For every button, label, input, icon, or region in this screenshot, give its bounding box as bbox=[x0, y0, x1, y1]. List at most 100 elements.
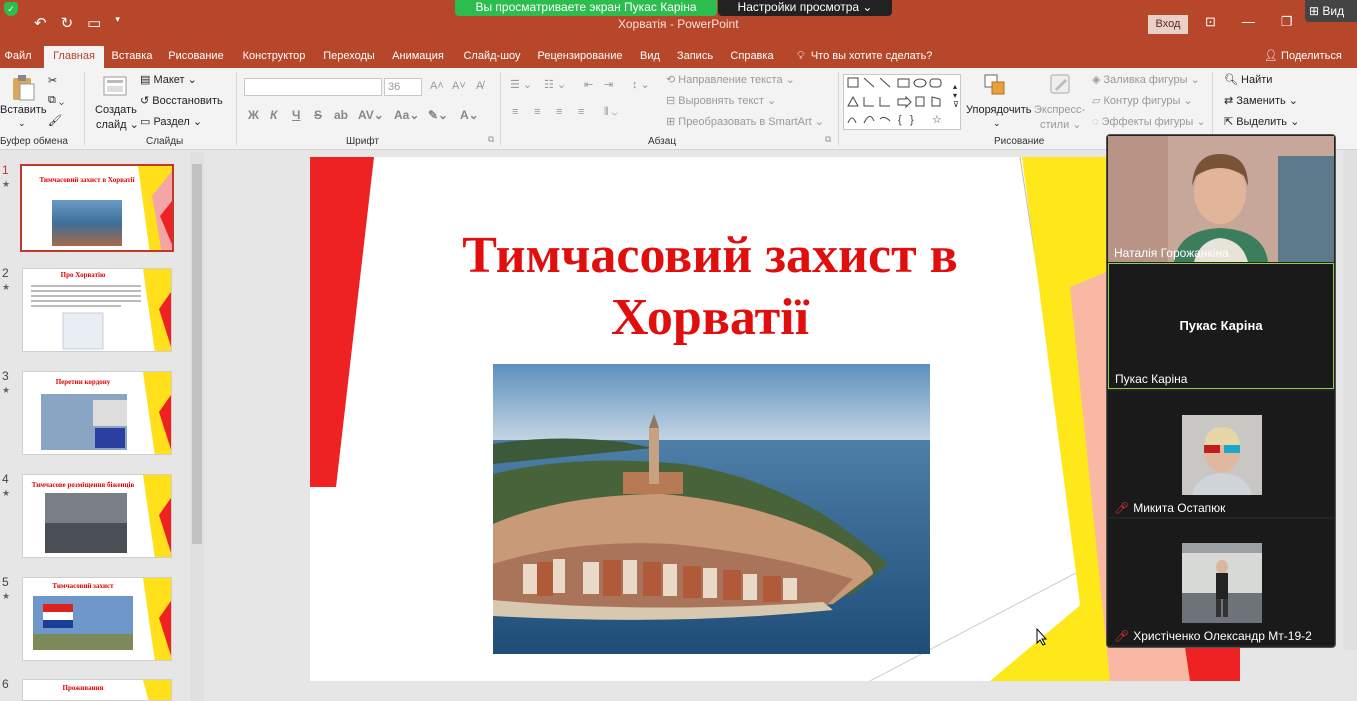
char-spacing-icon[interactable]: AV⌄ bbox=[358, 108, 384, 122]
undo-icon[interactable]: ↶ bbox=[34, 14, 47, 32]
numbering-icon[interactable]: ☷ ⌄ bbox=[544, 78, 566, 91]
ribbon-display-icon[interactable]: ⊡ bbox=[1205, 14, 1216, 30]
tab-view[interactable]: Вид bbox=[636, 46, 664, 68]
font-dialog-launcher-icon[interactable]: ⧉ bbox=[488, 134, 494, 145]
shape-fill-button[interactable]: ◈ Заливка фигуры ⌄ bbox=[1092, 73, 1200, 86]
increase-indent-icon[interactable]: ⇥ bbox=[604, 78, 613, 91]
thumbnails-scrollbar[interactable] bbox=[190, 152, 204, 701]
slide-thumbnail-1[interactable]: Тимчасовий захист в Хорватії bbox=[20, 164, 174, 252]
share-button[interactable]: 👤︎ Поделиться bbox=[1264, 46, 1342, 66]
zoom-view-button[interactable]: ⊞ Вид bbox=[1305, 0, 1357, 22]
shrink-font-icon[interactable]: A˅ bbox=[452, 80, 466, 92]
present-icon[interactable]: ▭ bbox=[87, 14, 101, 32]
replace-button[interactable]: ⇄ Заменить ⌄ bbox=[1224, 94, 1298, 107]
font-size-field[interactable]: 36 bbox=[384, 78, 422, 96]
participant-name: 🎤︎ Христіченко Олександр Мт-19-2 bbox=[1114, 629, 1312, 643]
slide-thumbnail-2[interactable]: Про Хорватію bbox=[22, 268, 172, 352]
login-button[interactable]: Вход bbox=[1148, 15, 1188, 34]
slides-group-label: Слайды bbox=[146, 136, 184, 147]
slide-thumbnail-3[interactable]: Перетин кордону bbox=[22, 371, 172, 455]
tab-animations[interactable]: Анимация bbox=[386, 46, 450, 68]
quick-styles-icon bbox=[1050, 74, 1070, 94]
new-slide-button-line2[interactable]: слайд ⌄ bbox=[96, 118, 139, 131]
line-spacing-icon[interactable]: ↕ ⌄ bbox=[632, 78, 650, 91]
strikethrough-button[interactable]: S bbox=[314, 108, 322, 122]
tab-home[interactable]: Главная bbox=[44, 46, 104, 68]
customize-icon[interactable]: ▾ bbox=[115, 14, 120, 32]
participant-tile-3[interactable]: 🎤︎ Микита Остапюк bbox=[1108, 391, 1334, 517]
view-settings-button[interactable]: Настройки просмотра ⌄ bbox=[718, 0, 892, 16]
slide-thumbnail-5[interactable]: Тимчасовий захист bbox=[22, 577, 172, 661]
new-slide-button[interactable]: Создать bbox=[95, 104, 137, 116]
tab-draw[interactable]: Рисование bbox=[164, 46, 228, 68]
maximize-icon[interactable]: ❐ bbox=[1281, 14, 1293, 30]
grow-font-icon[interactable]: A˄ bbox=[430, 80, 444, 92]
participant-tile-4[interactable]: 🎤︎ Христіченко Олександр Мт-19-2 bbox=[1108, 519, 1334, 645]
clear-format-icon[interactable]: A̸ bbox=[476, 80, 483, 92]
rovinj-town-picture bbox=[493, 364, 930, 654]
quick-styles-button[interactable]: Экспресс- bbox=[1034, 104, 1085, 116]
editor-scrollbar[interactable] bbox=[1343, 150, 1357, 650]
shape-outline-button[interactable]: ▱ Контур фигуры ⌄ bbox=[1092, 94, 1193, 107]
underline-button[interactable]: Ч bbox=[292, 108, 300, 122]
decrease-indent-icon[interactable]: ⇤ bbox=[584, 78, 593, 91]
save-icon[interactable] bbox=[6, 14, 20, 32]
tab-file[interactable]: Файл bbox=[2, 46, 34, 68]
change-case-icon[interactable]: Aa⌄ bbox=[394, 108, 419, 122]
shape-effects-button[interactable]: ◌ Эффекты фигуры ⌄ bbox=[1092, 115, 1206, 128]
tab-review[interactable]: Рецензирование bbox=[532, 46, 628, 68]
bold-button[interactable]: Ж bbox=[248, 108, 259, 122]
arrange-dropdown[interactable]: ⌄ bbox=[993, 118, 1001, 129]
tab-design[interactable]: Конструктор bbox=[236, 46, 312, 68]
section-button[interactable]: ▭ Раздел ⌄ bbox=[140, 115, 202, 128]
columns-icon[interactable]: ⫴ ⌄ bbox=[604, 106, 618, 119]
minimize-icon[interactable]: — bbox=[1242, 14, 1255, 30]
align-center-icon[interactable]: ≡ bbox=[534, 106, 540, 118]
rovinj-photo[interactable] bbox=[493, 364, 930, 654]
tab-transitions[interactable]: Переходы bbox=[318, 46, 380, 68]
reset-button[interactable]: ↺ Восстановить bbox=[140, 94, 223, 107]
slide-title[interactable]: Тимчасовий захист в Хорватії bbox=[410, 225, 1010, 349]
slide-thumbnail-4[interactable]: Тимчасове розміщення біженців bbox=[22, 474, 172, 558]
highlight-icon[interactable]: ✎⌄ bbox=[428, 108, 448, 122]
paragraph-dialog-launcher-icon[interactable]: ⧉ bbox=[825, 134, 831, 145]
ribbon-tabs: Файл Главная Вставка Рисование Конструкт… bbox=[0, 46, 1357, 68]
quick-styles-button-line2[interactable]: стили ⌄ bbox=[1040, 118, 1082, 131]
smartart-button[interactable]: ⊞ Преобразовать в SmartArt ⌄ bbox=[666, 115, 824, 128]
paste-dropdown[interactable]: ⌄ bbox=[18, 118, 26, 129]
bullets-icon[interactable]: ☰ ⌄ bbox=[510, 78, 532, 91]
select-button[interactable]: ⇱ Выделить ⌄ bbox=[1224, 115, 1299, 128]
quick-access-toolbar: ↶ ↻ ▭ ▾ bbox=[6, 14, 120, 32]
participant-tile-2[interactable]: Пукас Каріна Пукас Каріна bbox=[1108, 263, 1334, 389]
tab-slideshow[interactable]: Слайд-шоу bbox=[458, 46, 526, 68]
format-painter-icon[interactable]: 🖌︎ bbox=[48, 114, 62, 127]
scrollbar-thumb[interactable] bbox=[192, 164, 202, 544]
tab-record[interactable]: Запись bbox=[672, 46, 718, 68]
italic-button[interactable]: К bbox=[270, 108, 277, 122]
shapes-gallery[interactable]: {} ☆ bbox=[843, 74, 961, 130]
participant-tile-1[interactable]: Наталія Горожанкіна bbox=[1108, 136, 1334, 262]
paste-icon bbox=[13, 75, 35, 101]
shapes-more-icon[interactable]: ▴ ▾ ⊽ bbox=[953, 82, 959, 109]
font-color-icon[interactable]: A⌄ bbox=[460, 108, 479, 122]
font-name-field[interactable] bbox=[244, 78, 382, 96]
text-direction-button[interactable]: ⟲ Направление текста ⌄ bbox=[666, 73, 795, 86]
paste-button[interactable]: Вставить bbox=[0, 104, 47, 116]
cut-icon[interactable]: ✂ bbox=[48, 74, 57, 87]
tab-insert[interactable]: Вставка bbox=[108, 46, 156, 68]
redo-icon[interactable]: ↻ bbox=[61, 14, 74, 32]
tab-help[interactable]: Справка bbox=[726, 46, 778, 68]
slide-thumbnail-6[interactable]: Проживання bbox=[22, 679, 172, 701]
align-right-icon[interactable]: ≡ bbox=[556, 106, 562, 118]
thumb-photo bbox=[52, 200, 122, 246]
layout-button[interactable]: ▤ Макет ⌄ bbox=[140, 73, 197, 86]
justify-icon[interactable]: ≡ bbox=[578, 106, 584, 118]
shadow-icon[interactable]: ab bbox=[334, 108, 348, 122]
copy-icon[interactable]: ⧉ ⌄ bbox=[48, 94, 64, 107]
find-button[interactable]: 🔍︎ Найти bbox=[1224, 73, 1272, 86]
tell-me-search[interactable]: 💡︎ Что вы хотите сделать? bbox=[797, 46, 932, 66]
current-slide[interactable]: Тимчасовий захист в Хорватії bbox=[310, 157, 1240, 681]
align-left-icon[interactable]: ≡ bbox=[512, 106, 518, 118]
align-text-button[interactable]: ⊟ Выровнять текст ⌄ bbox=[666, 94, 776, 107]
arrange-button[interactable]: Упорядочить bbox=[966, 104, 1031, 116]
